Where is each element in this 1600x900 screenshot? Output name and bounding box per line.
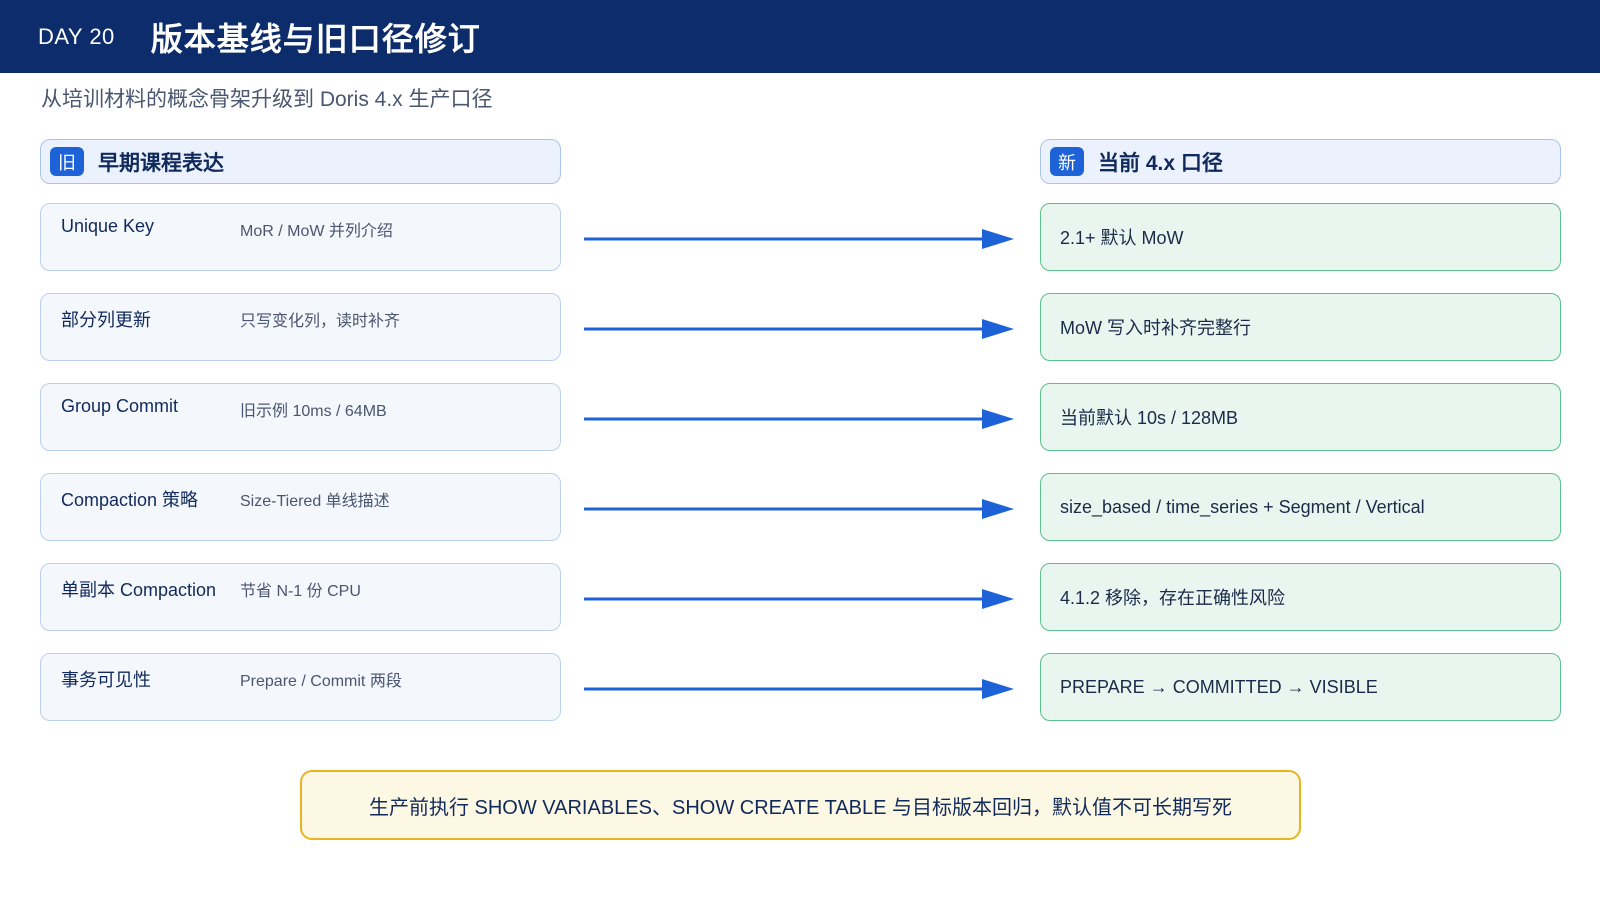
arrow-right-icon — [584, 409, 1014, 429]
new-column-header: 新 当前 4.x 口径 — [1040, 139, 1561, 184]
new-description: size_based / time_series + Segment / Ver… — [1060, 496, 1425, 517]
new-item-card: 当前默认 10s / 128MB — [1040, 383, 1561, 451]
arrow-right-icon — [584, 229, 1014, 249]
old-description: MoR / MoW 并列介绍 — [240, 223, 393, 240]
arrow-right-icon — [584, 499, 1014, 519]
item-name: Group Commit — [61, 396, 179, 416]
old-item-card: 部分列更新 只写变化列，读时补齐 — [40, 293, 561, 361]
arrow-right-icon — [584, 319, 1014, 339]
item-name: 单副本 Compaction — [61, 580, 217, 600]
old-item-card: Unique Key MoR / MoW 并列介绍 — [40, 203, 561, 271]
item-name: Unique Key — [61, 216, 155, 236]
old-column-header: 旧 早期课程表达 — [40, 139, 561, 184]
old-item-card: Group Commit 旧示例 10ms / 64MB — [40, 383, 561, 451]
new-item-card: size_based / time_series + Segment / Ver… — [1040, 473, 1561, 541]
new-item-card: PREPARE → COMMITTED → VISIBLE — [1040, 653, 1561, 721]
old-column-title: 早期课程表达 — [98, 151, 224, 175]
new-description: 4.1.2 移除，存在正确性风险 — [1060, 588, 1286, 608]
new-item-card: 4.1.2 移除，存在正确性风险 — [1040, 563, 1561, 631]
production-note: 生产前执行 SHOW VARIABLES、SHOW CREATE TABLE 与… — [300, 770, 1301, 840]
old-item-card: 事务可见性 Prepare / Commit 两段 — [40, 653, 561, 721]
new-badge: 新 — [1050, 147, 1084, 176]
item-name: 事务可见性 — [61, 670, 151, 690]
new-item-card: 2.1+ 默认 MoW — [1040, 203, 1561, 271]
new-description: MoW 写入时补齐完整行 — [1060, 318, 1251, 338]
arrow-right-icon — [584, 679, 1014, 699]
item-name: 部分列更新 — [61, 310, 151, 330]
item-name: Compaction 策略 — [61, 490, 199, 510]
new-description: 2.1+ 默认 MoW — [1060, 228, 1184, 248]
new-item-card: MoW 写入时补齐完整行 — [1040, 293, 1561, 361]
old-description: Size-Tiered 单线描述 — [240, 493, 390, 510]
header-bar: DAY 20 版本基线与旧口径修订 — [0, 0, 1600, 73]
new-column-title: 当前 4.x 口径 — [1098, 151, 1223, 175]
old-item-card: 单副本 Compaction 节省 N-1 份 CPU — [40, 563, 561, 631]
arrow-right-icon — [584, 589, 1014, 609]
old-badge: 旧 — [50, 147, 84, 176]
old-description: Prepare / Commit 两段 — [240, 673, 402, 690]
old-item-card: Compaction 策略 Size-Tiered 单线描述 — [40, 473, 561, 541]
day-label: DAY 20 — [38, 23, 115, 49]
note-text: 生产前执行 SHOW VARIABLES、SHOW CREATE TABLE 与… — [368, 796, 1233, 819]
old-description: 旧示例 10ms / 64MB — [240, 403, 387, 420]
old-description: 只写变化列，读时补齐 — [240, 313, 401, 330]
old-description: 节省 N-1 份 CPU — [240, 583, 361, 600]
new-description: PREPARE → COMMITTED → VISIBLE — [1060, 676, 1378, 697]
page-title: 版本基线与旧口径修订 — [150, 20, 481, 57]
new-description: 当前默认 10s / 128MB — [1060, 408, 1239, 428]
page-subtitle: 从培训材料的概念骨架升级到 Doris 4.x 生产口径 — [41, 88, 493, 111]
